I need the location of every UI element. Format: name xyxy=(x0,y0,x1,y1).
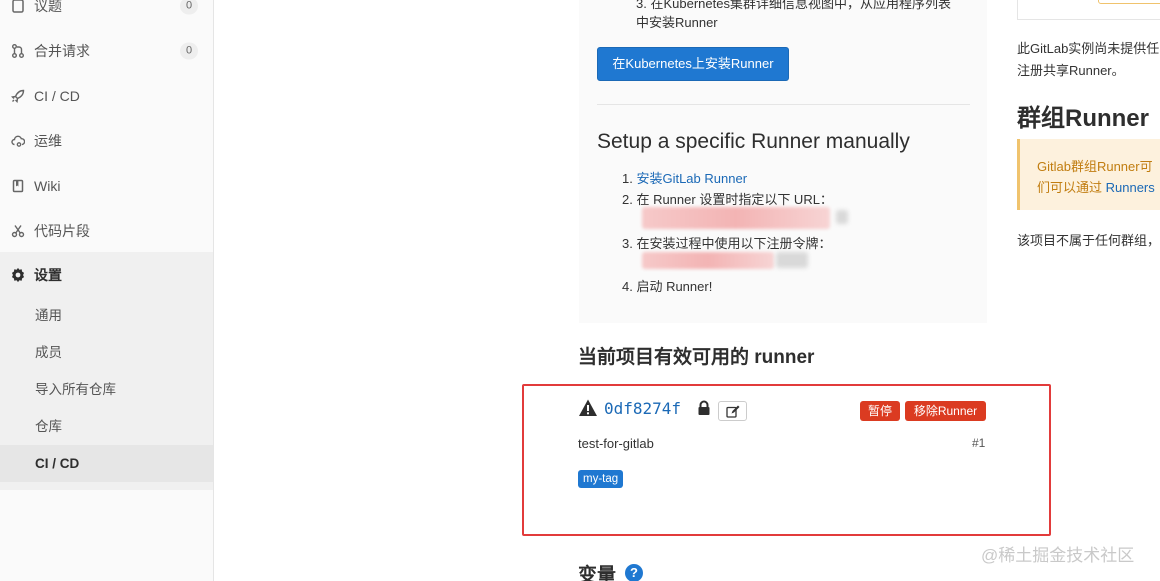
edit-runner-button[interactable] xyxy=(718,401,747,421)
manual-step-1-prefix: 1. xyxy=(622,171,637,186)
cloud-gear-icon xyxy=(10,133,26,149)
no-group-text: 该项目不属于任何群组， xyxy=(1017,233,1160,248)
warning-line2-prefix: 们可以通过 xyxy=(1037,180,1106,195)
group-runners-title: 群组Runner xyxy=(1017,105,1149,132)
available-runners-title: 当前项目有效可用的 runner xyxy=(578,347,815,368)
issues-icon xyxy=(10,0,26,14)
manual-step-3: 3. 在安装过程中使用以下注册令牌： xyxy=(622,236,832,251)
setup-specific-runner-title: Setup a specific Runner manually xyxy=(597,130,910,153)
sidebar-item-merge-requests[interactable]: 合并请求 0 xyxy=(0,28,213,73)
sidebar-item-ci-cd[interactable]: CI / CD xyxy=(0,73,213,118)
warning-line2: 们可以通过 Runners xyxy=(1037,177,1155,196)
runner-description: test-for-gitlab xyxy=(578,436,654,451)
remove-runner-button[interactable]: 移除Runner xyxy=(905,401,986,421)
install-gitlab-runner-link[interactable]: 安装GitLab Runner xyxy=(636,171,747,186)
settings-sub-import[interactable]: 导入所有仓库 xyxy=(0,371,213,408)
sidebar-item-snippets[interactable]: 代码片段 xyxy=(0,208,213,253)
shared-runners-text-line1: 此GitLab实例尚未提供任 xyxy=(1017,41,1160,56)
runner-id-link[interactable]: 0df8274f xyxy=(604,399,681,418)
sidebar-item-settings[interactable]: 设置 xyxy=(0,252,213,297)
sidebar-item-operations[interactable]: 运维 xyxy=(0,118,213,163)
settings-sub-members[interactable]: 成员 xyxy=(0,334,213,371)
warning-line1: Gitlab群组Runner可 xyxy=(1037,159,1153,174)
sidebar-item-wiki[interactable]: Wiki xyxy=(0,163,213,208)
sidebar-item-issues[interactable]: 议题 0 xyxy=(0,0,213,28)
redacted-url xyxy=(642,207,830,229)
sidebar-item-label: 代码片段 xyxy=(34,222,90,239)
sidebar-item-label: 设置 xyxy=(34,266,62,283)
shared-runners-text-line2: 注册共享Runner。 xyxy=(1017,63,1125,78)
manual-step-2: 2. 在 Runner 设置时指定以下 URL： xyxy=(622,192,833,207)
pencil-icon xyxy=(725,405,739,418)
redacted-token xyxy=(642,252,774,269)
scissors-icon xyxy=(10,223,26,239)
watermark: @稀土掘金技术社区 xyxy=(981,546,1135,565)
merge-request-icon xyxy=(10,43,26,59)
book-icon xyxy=(10,178,26,194)
redacted-smudge xyxy=(836,210,848,224)
k8s-step3-line1: 3. 在Kubernetes集群详细信息视图中，从应用程序列表 xyxy=(636,0,951,11)
settings-sub-general[interactable]: 通用 xyxy=(0,297,213,334)
group-runners-warning: Gitlab群组Runner可 们可以通过 Runners xyxy=(1017,139,1160,210)
lock-icon xyxy=(698,400,710,415)
help-icon[interactable]: ? xyxy=(625,564,643,581)
right-top-box xyxy=(1017,0,1160,20)
right-top-inner-box xyxy=(1098,0,1160,4)
redacted-smudge xyxy=(776,252,808,268)
runner-number: #1 xyxy=(972,436,986,450)
settings-sub-ci-cd[interactable]: CI / CD xyxy=(0,445,213,482)
sidebar-item-label: 议题 xyxy=(34,0,62,14)
warning-icon xyxy=(579,399,597,416)
k8s-step3-line2: 中安装Runner xyxy=(636,15,718,30)
merge-requests-count-badge: 0 xyxy=(180,42,198,59)
gear-icon xyxy=(10,267,26,283)
runner-tag-badge: my-tag xyxy=(578,470,624,488)
sidebar-item-label: 合并请求 xyxy=(34,42,90,59)
settings-sub-repository[interactable]: 仓库 xyxy=(0,408,213,445)
pause-runner-button[interactable]: 暂停 xyxy=(860,401,900,421)
sidebar-item-label: CI / CD xyxy=(34,87,80,104)
runners-link[interactable]: Runners xyxy=(1106,180,1155,195)
rocket-icon xyxy=(10,88,26,104)
variables-title: 变量 xyxy=(578,565,617,581)
section-divider xyxy=(597,104,970,105)
install-runner-on-kubernetes-button[interactable]: 在Kubernetes上安装Runner xyxy=(597,47,789,81)
issues-count-badge: 0 xyxy=(180,0,198,14)
manual-step-1: 1. 安装GitLab Runner xyxy=(622,168,747,187)
manual-step-4: 4. 启动 Runner! xyxy=(622,279,713,294)
sidebar-item-label: Wiki xyxy=(34,177,61,194)
sidebar-item-label: 运维 xyxy=(34,132,62,149)
